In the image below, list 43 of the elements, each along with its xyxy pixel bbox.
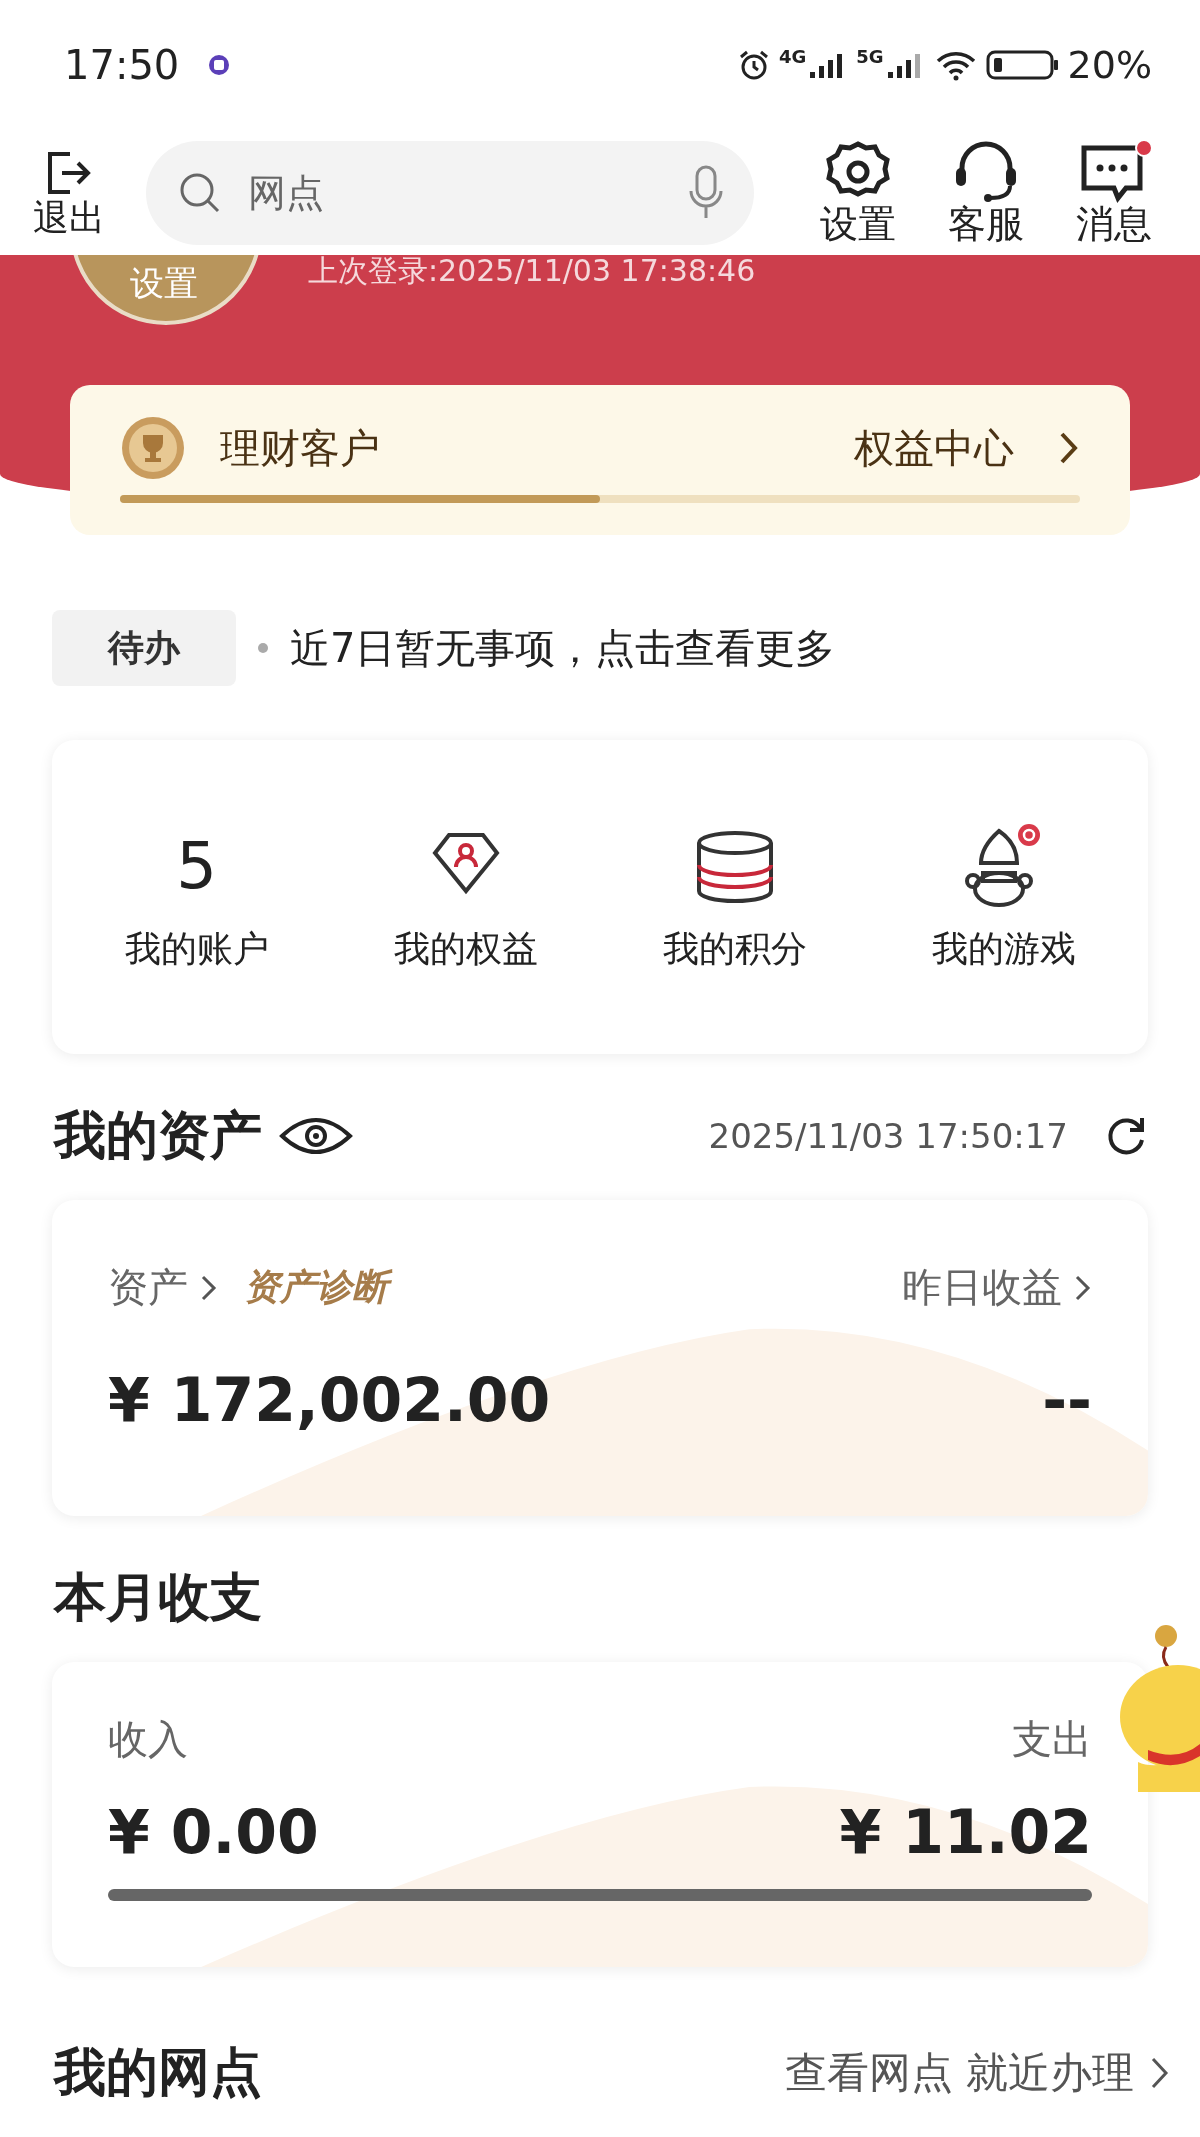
income-amount: ¥ 0.00 (108, 1797, 319, 1867)
network-label: 5G (856, 46, 884, 67)
settings-button[interactable]: 设置 (793, 139, 922, 246)
search-bar[interactable]: 网点 (145, 140, 754, 245)
search-input[interactable]: 网点 (245, 169, 662, 216)
branch-link[interactable]: 查看网点 就近办理 (784, 2045, 1134, 2101)
chevron-right-icon (1058, 430, 1080, 466)
rights-center-link[interactable]: 权益中心 (854, 420, 1014, 476)
app-notification-icon (207, 53, 232, 77)
shortcut-item[interactable]: 5 我的账户 (81, 820, 312, 974)
update-time: 2025/11/03 17:50:17 (708, 1116, 1068, 1156)
section-title: 我的资产 (54, 1104, 262, 1167)
expense-label: 支出 (1012, 1715, 1092, 1764)
asset-diagnosis-link[interactable]: 资产诊断 (244, 1263, 396, 1312)
section-title: 我的网点 (54, 2041, 262, 2104)
section-title: 本月收支 (54, 1566, 262, 1629)
search-icon (179, 172, 220, 213)
message-button[interactable]: 消息 (1049, 139, 1178, 246)
shortcut-item[interactable]: 我的游戏 (888, 820, 1119, 974)
battery-icon (985, 49, 1060, 81)
network-label: 4G (778, 46, 807, 67)
todo-tag: 待办 (52, 610, 236, 686)
status-time: 17:50 (64, 42, 180, 88)
battery-percentage: 20% (1067, 43, 1152, 87)
todo-text[interactable]: 近7日暂无事项，点击查看更多 (290, 620, 836, 676)
logout-button[interactable]: 退出 (30, 147, 108, 238)
bullet-icon (258, 643, 268, 653)
last-login-text: 上次登录:2025/11/03 17:38:46 (308, 252, 756, 290)
yesterday-earnings-value: -- (1042, 1365, 1092, 1435)
membership-card[interactable]: 理财客户 权益中心 (70, 385, 1130, 535)
service-button[interactable]: 客服 (921, 139, 1050, 246)
microphone-icon (687, 164, 724, 221)
shortcut-item[interactable]: 我的积分 (619, 820, 850, 974)
shortcut-item[interactable]: 我的权益 (350, 820, 581, 974)
yesterday-earnings-label[interactable]: 昨日收益 (902, 1260, 1062, 1315)
tier-name: 理财客户 (220, 423, 380, 473)
avatar-label: 设置 (130, 265, 198, 303)
trophy-icon (120, 415, 186, 481)
income-label: 收入 (108, 1715, 188, 1764)
asset-amount: ¥ 172,002.00 (108, 1365, 551, 1435)
asset-label[interactable]: 资产 (108, 1260, 188, 1315)
chevron-right-icon (1150, 2055, 1170, 2091)
expense-amount: ¥ 11.02 (839, 1797, 1092, 1867)
